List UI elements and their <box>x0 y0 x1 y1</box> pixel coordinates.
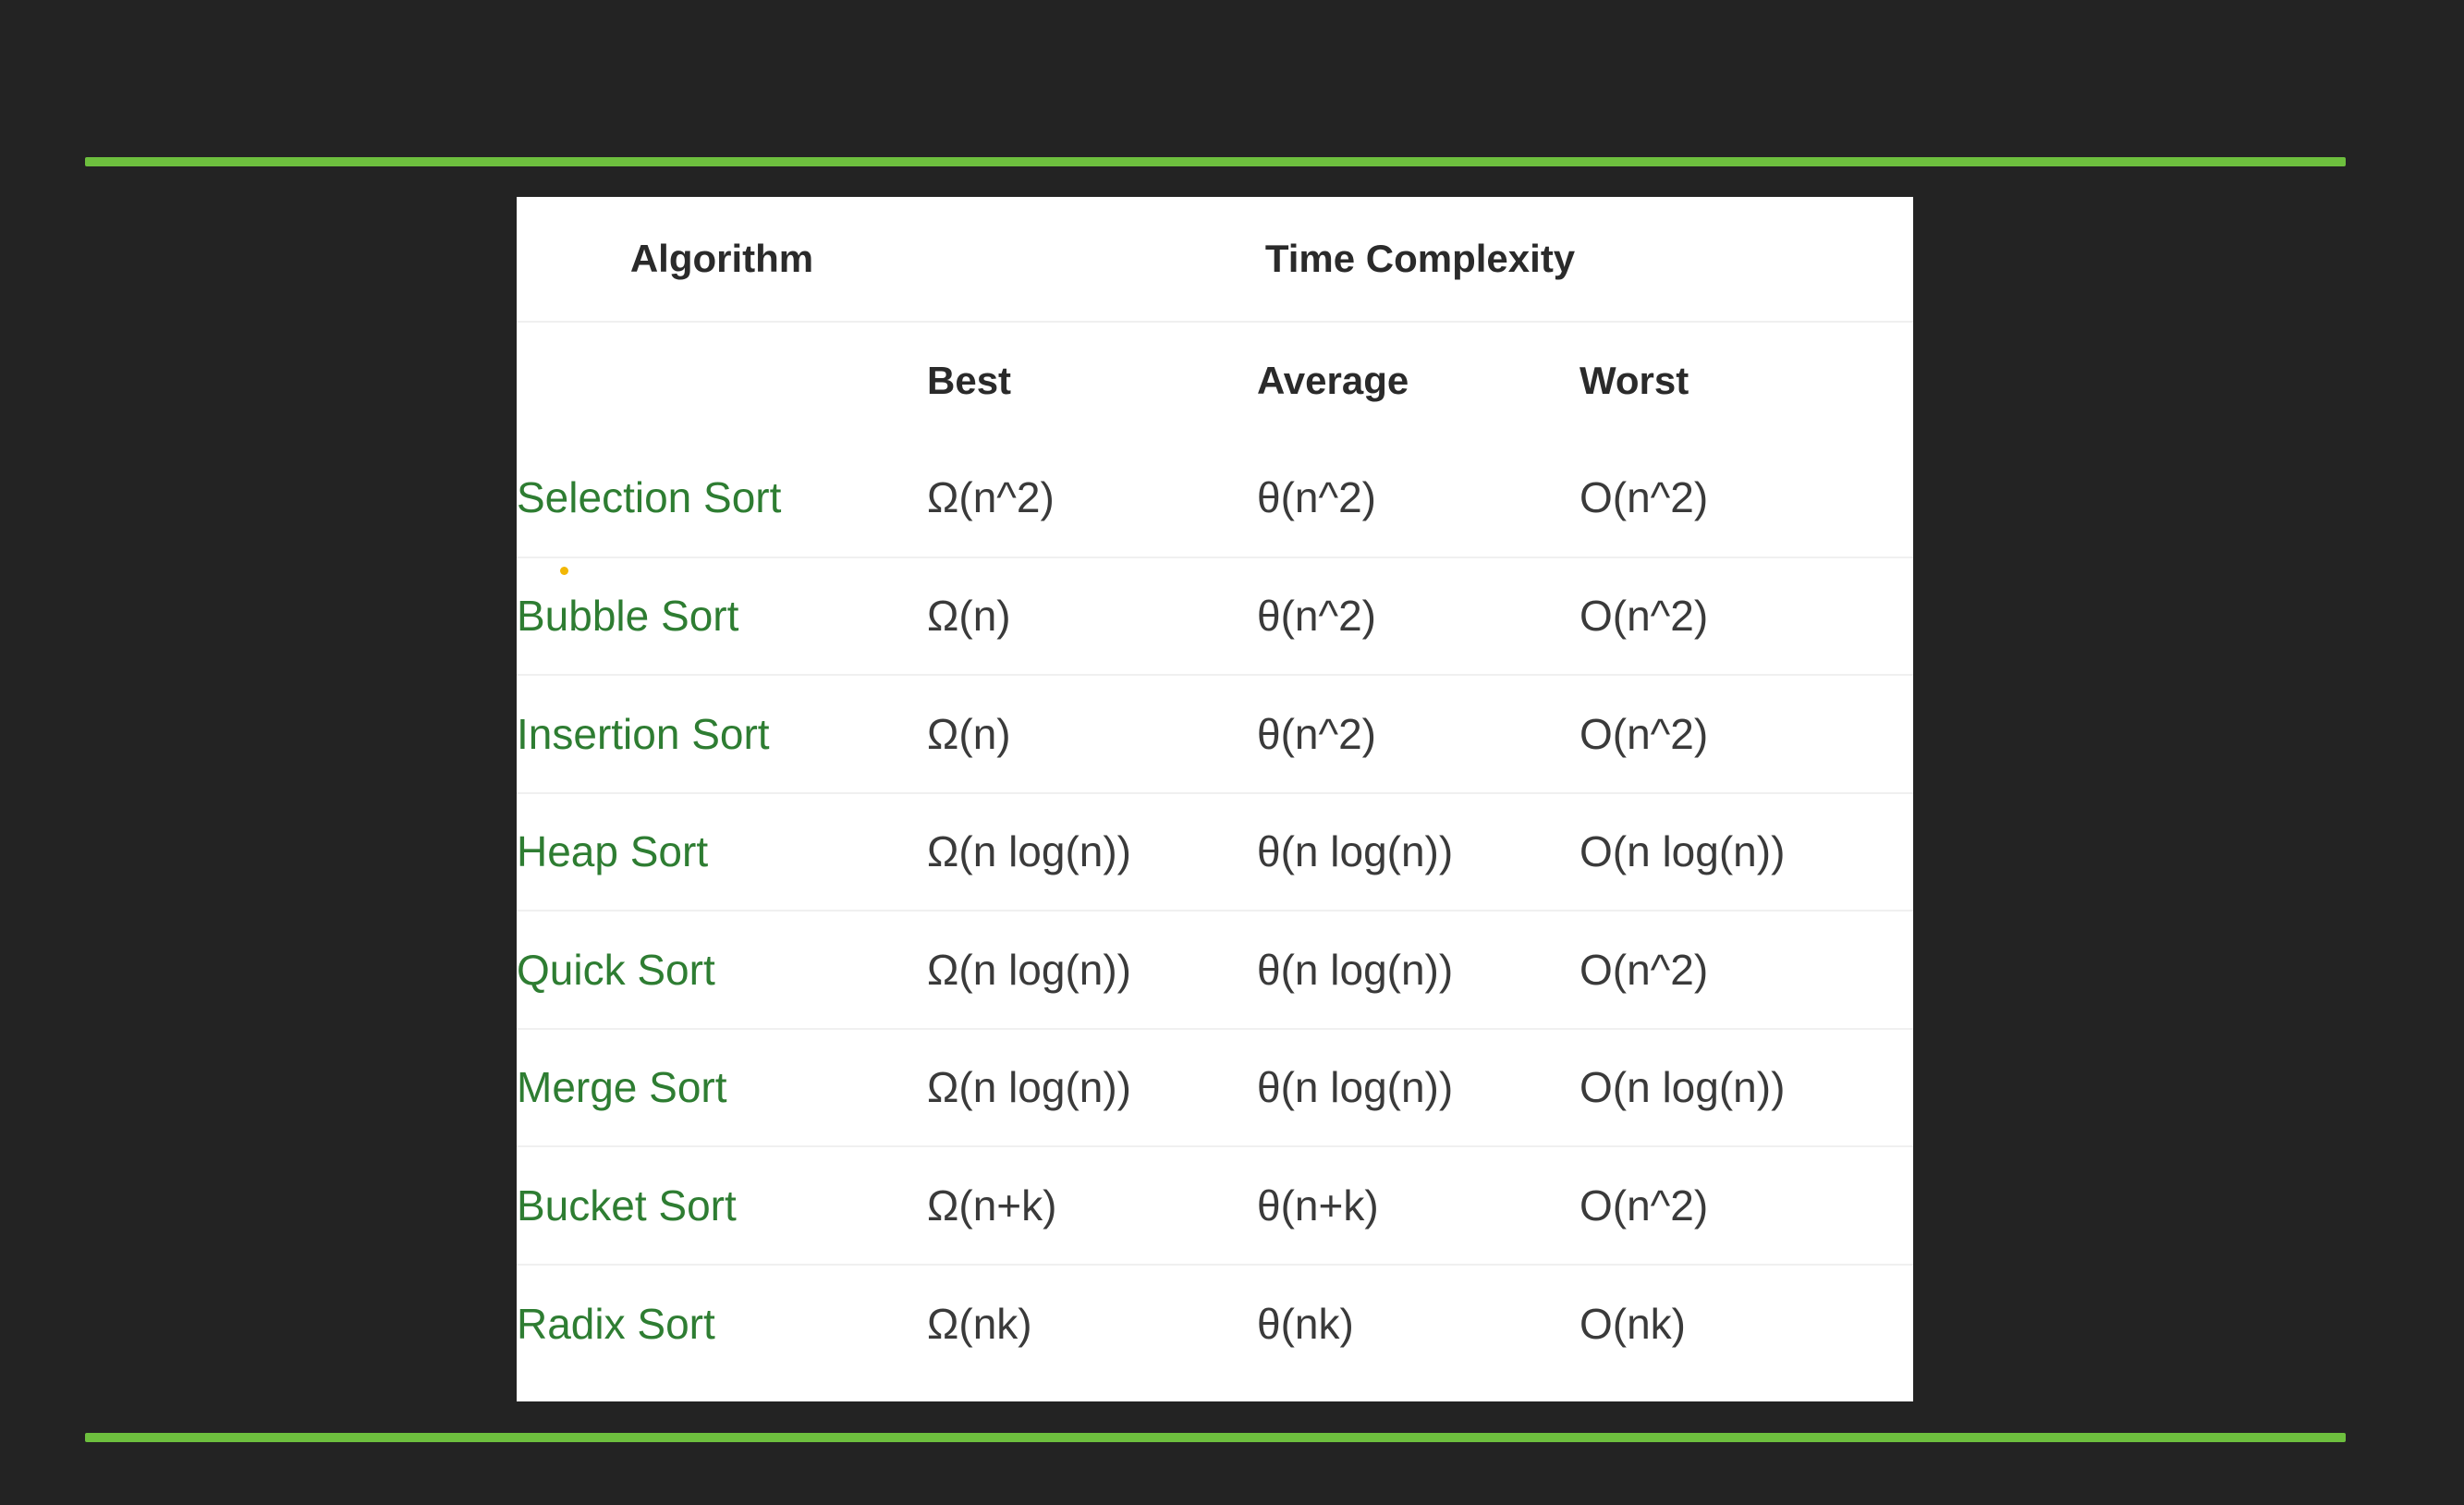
algorithm-name: Merge Sort <box>517 1027 927 1146</box>
average-case-cell: θ(n^2) <box>1257 674 1580 793</box>
average-case-cell: θ(n+k) <box>1257 1145 1580 1265</box>
table-row: Merge Sort Ω(n log(n)) θ(n log(n)) O(n l… <box>517 1027 1914 1146</box>
header-row-sub: Best Average Worst <box>517 321 1914 439</box>
worst-case-cell: O(n^2) <box>1580 674 1914 793</box>
header-algorithm: Algorithm <box>629 237 814 280</box>
algorithm-name: Bubble Sort <box>517 556 927 675</box>
average-case-cell: θ(n^2) <box>1257 556 1580 675</box>
algorithm-name: Quick Sort <box>517 910 927 1029</box>
table-row: Quick Sort Ω(n log(n)) θ(n log(n)) O(n^2… <box>517 910 1914 1029</box>
table-body: Selection Sort Ω(n^2) θ(n^2) O(n^2) Bubb… <box>517 439 1914 1382</box>
algorithm-name: Heap Sort <box>517 791 927 911</box>
header-average: Average <box>1257 321 1580 439</box>
bottom-divider <box>85 1433 2346 1442</box>
complexity-table: Algorithm Time Complexity Best Average W… <box>517 197 1914 1382</box>
best-case-cell: Ω(n log(n)) <box>927 910 1257 1029</box>
worst-case-cell: O(n^2) <box>1580 910 1914 1029</box>
best-case-cell: Ω(n log(n)) <box>927 1027 1257 1146</box>
complexity-table-card: Algorithm Time Complexity Best Average W… <box>517 197 1914 1401</box>
worst-case-cell: O(n^2) <box>1580 1145 1914 1265</box>
best-case-cell: Ω(n+k) <box>927 1145 1257 1265</box>
worst-case-cell: O(n^2) <box>1580 556 1914 675</box>
table-row: Radix Sort Ω(nk) θ(nk) O(nk) <box>517 1263 1914 1382</box>
header-row-main: Algorithm Time Complexity <box>517 197 1913 322</box>
table-row: Bubble Sort Ω(n) θ(n^2) O(n^2) <box>517 556 1914 675</box>
header-worst: Worst <box>1580 321 1914 439</box>
best-case-cell: Ω(n) <box>927 556 1257 675</box>
average-case-cell: θ(nk) <box>1257 1263 1580 1382</box>
top-divider <box>85 157 2346 166</box>
best-case-cell: Ω(n^2) <box>927 473 1055 522</box>
header-time-complexity: Time Complexity <box>1264 237 1576 280</box>
algorithm-name: Selection Sort <box>517 473 782 522</box>
header-empty-cell <box>517 321 927 439</box>
worst-case-cell: O(nk) <box>1580 1263 1914 1382</box>
average-case-cell: θ(n log(n)) <box>1257 910 1580 1029</box>
worst-case-cell: O(n log(n)) <box>1580 791 1914 911</box>
algorithm-name: Radix Sort <box>517 1263 927 1382</box>
best-case-cell: Ω(n) <box>927 674 1257 793</box>
algorithm-name: Bucket Sort <box>517 1145 927 1265</box>
header-best: Best <box>927 321 1257 439</box>
worst-case-cell: O(n log(n)) <box>1580 1027 1914 1146</box>
worst-case-cell: O(n^2) <box>1580 473 1709 522</box>
table-row: Heap Sort Ω(n log(n)) θ(n log(n)) O(n lo… <box>517 791 1914 911</box>
algorithm-name: Insertion Sort <box>517 674 927 793</box>
table-row: Bucket Sort Ω(n+k) θ(n+k) O(n^2) <box>517 1145 1914 1265</box>
best-case-cell: Ω(n log(n)) <box>927 791 1257 911</box>
average-case-cell: θ(n log(n)) <box>1257 1027 1580 1146</box>
average-case-cell: θ(n log(n)) <box>1257 791 1580 911</box>
best-case-cell: Ω(nk) <box>927 1263 1257 1382</box>
cursor-dot <box>560 567 568 575</box>
average-case-cell: θ(n^2) <box>1257 473 1376 522</box>
table-row: Insertion Sort Ω(n) θ(n^2) O(n^2) <box>517 674 1914 793</box>
table-row: Selection Sort Ω(n^2) θ(n^2) O(n^2) <box>517 439 1913 557</box>
